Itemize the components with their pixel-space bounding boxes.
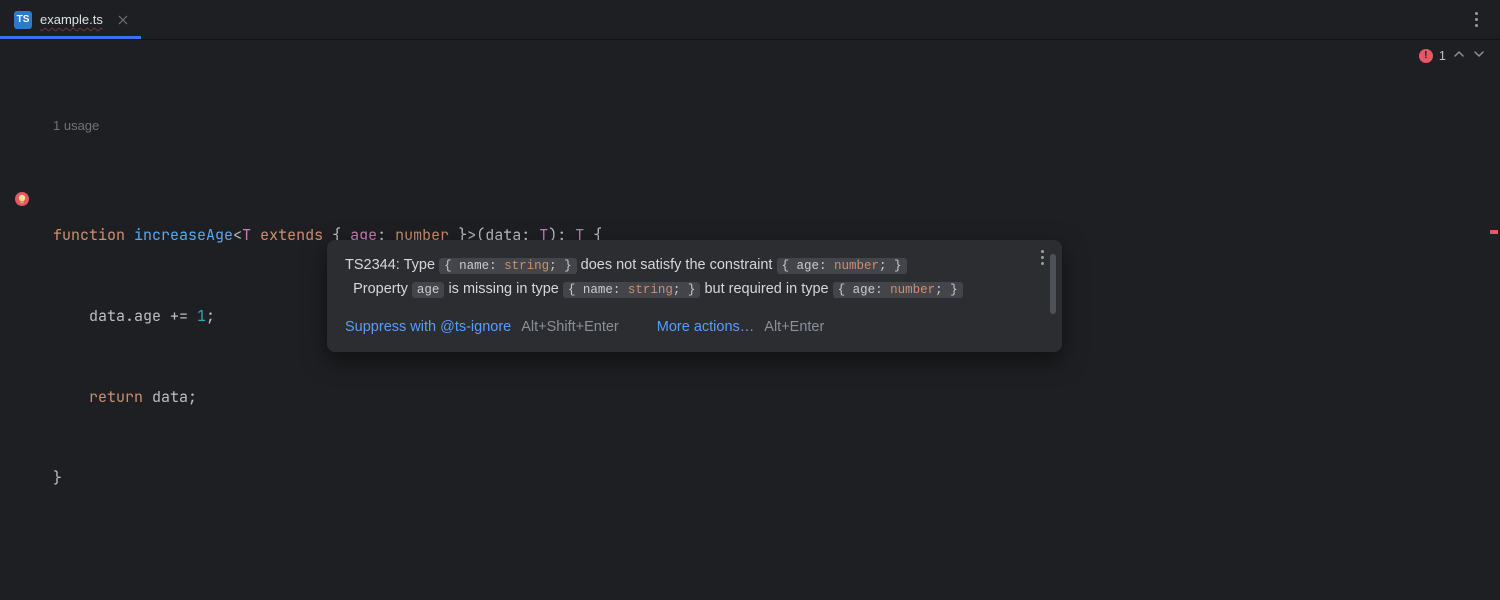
- editor-tab[interactable]: TS example.ts: [0, 0, 141, 39]
- tab-filename: example.ts: [40, 12, 103, 27]
- suppress-ts-ignore-link[interactable]: Suppress with @ts-ignore: [345, 316, 511, 340]
- shortcut-hint: Alt+Shift+Enter: [521, 316, 619, 340]
- code-line[interactable]: return data;: [50, 384, 1500, 411]
- gutter: [0, 40, 50, 600]
- inspections-widget[interactable]: 1: [1419, 48, 1486, 63]
- editor[interactable]: 1 1 usage function increaseAge<T extends…: [0, 40, 1500, 600]
- code-line[interactable]: [50, 546, 1500, 573]
- tab-bar-more-icon[interactable]: [1466, 12, 1486, 27]
- tab-bar: TS example.ts: [0, 0, 1500, 40]
- more-actions-link[interactable]: More actions…: [657, 316, 755, 340]
- popup-scrollbar[interactable]: [1050, 254, 1056, 314]
- error-count: 1: [1439, 48, 1446, 63]
- close-tab-button[interactable]: [115, 12, 131, 28]
- diagnostic-message: TS2344: Type { name: string; } does not …: [345, 254, 1044, 302]
- intention-bulb-icon[interactable]: [14, 191, 30, 207]
- diagnostic-popup: TS2344: Type { name: string; } does not …: [327, 240, 1062, 352]
- code-line[interactable]: }: [50, 465, 1500, 492]
- shortcut-hint: Alt+Enter: [764, 316, 824, 340]
- next-error-button[interactable]: [1472, 48, 1486, 63]
- usage-hint[interactable]: 1 usage: [53, 112, 1500, 139]
- error-icon: [1419, 49, 1433, 63]
- popup-more-icon[interactable]: [1032, 250, 1052, 265]
- typescript-file-icon: TS: [14, 11, 32, 29]
- prev-error-button[interactable]: [1452, 48, 1466, 63]
